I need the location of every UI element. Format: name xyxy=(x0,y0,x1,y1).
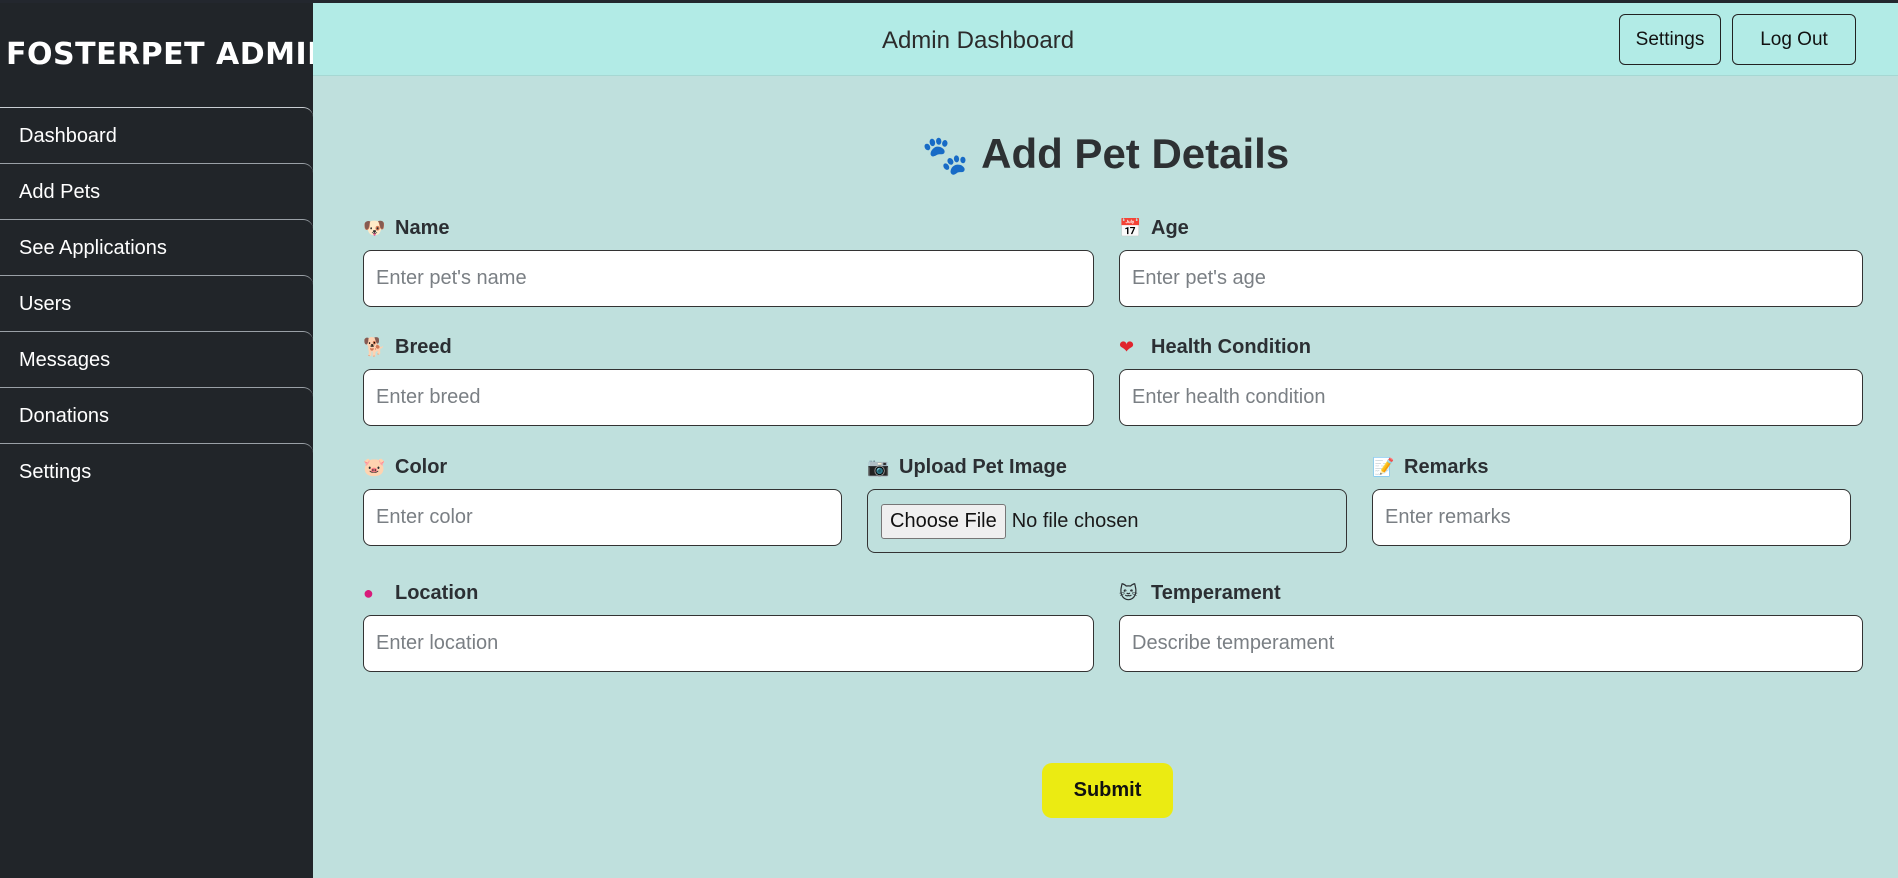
header-title: Admin Dashboard xyxy=(881,27,1075,54)
name-input[interactable] xyxy=(363,250,1094,307)
health-field-group: ❤ Health Condition xyxy=(1119,333,1863,426)
temperament-field-group: 🐱 Temperament xyxy=(1119,579,1863,672)
remarks-label: 📝 Remarks xyxy=(1372,453,1851,481)
dog-face-icon: 🐶 xyxy=(363,218,386,238)
breed-label: 🐕 Breed xyxy=(363,333,1094,361)
breed-field-group: 🐕 Breed xyxy=(363,333,1094,426)
top-header: Admin Dashboard Settings Log Out xyxy=(313,3,1898,76)
image-label: 📷 Upload Pet Image xyxy=(867,453,1347,481)
memo-icon: 📝 xyxy=(1372,457,1395,477)
calendar-icon: 📅 xyxy=(1119,218,1142,238)
sidebar-item-messages[interactable]: Messages xyxy=(0,331,313,387)
color-label: 🐷 Color xyxy=(363,453,842,481)
sidebar-item-donations[interactable]: Donations xyxy=(0,387,313,443)
paw-icon: 🐾 xyxy=(921,135,970,177)
sidebar-item-settings[interactable]: Settings xyxy=(0,443,313,499)
page-title: 🐾 Add Pet Details xyxy=(313,126,1898,182)
image-field-group: 📷 Upload Pet Image Choose File No file ch… xyxy=(867,453,1347,553)
settings-button[interactable]: Settings xyxy=(1619,14,1721,65)
location-field-group: ● Location xyxy=(363,579,1094,672)
temperament-label: 🐱 Temperament xyxy=(1119,579,1863,607)
camera-icon: 📷 xyxy=(867,457,890,477)
page-title-text: Add Pet Details xyxy=(981,130,1290,177)
submit-button[interactable]: Submit xyxy=(1042,763,1173,818)
name-field-group: 🐶 Name xyxy=(363,214,1094,307)
health-label: ❤ Health Condition xyxy=(1119,333,1863,361)
sidebar-item-dashboard[interactable]: Dashboard xyxy=(0,107,313,163)
location-label: ● Location xyxy=(363,579,1094,607)
brand-title: FOSTERPET ADMIN xyxy=(6,37,333,72)
sidebar-item-users[interactable]: Users xyxy=(0,275,313,331)
age-field-group: 📅 Age xyxy=(1119,214,1863,307)
heart-icon: ❤ xyxy=(1119,337,1135,357)
health-condition-input[interactable] xyxy=(1119,369,1863,426)
logout-button[interactable]: Log Out xyxy=(1732,14,1856,65)
cat-face-icon: 🐱 xyxy=(1119,583,1138,603)
color-input[interactable] xyxy=(363,489,842,546)
choose-file-button[interactable]: Choose File xyxy=(881,503,1006,539)
sidebar-nav: Dashboard Add Pets See Applications User… xyxy=(0,107,313,499)
sidebar-item-add-pets[interactable]: Add Pets xyxy=(0,163,313,219)
dog-icon: 🐕 xyxy=(363,337,386,357)
location-input[interactable] xyxy=(363,615,1094,672)
remarks-input[interactable] xyxy=(1372,489,1851,546)
pig-icon: 🐷 xyxy=(363,457,386,477)
sidebar: FOSTERPET ADMIN Dashboard Add Pets See A… xyxy=(0,0,333,878)
temperament-input[interactable] xyxy=(1119,615,1863,672)
breed-input[interactable] xyxy=(363,369,1094,426)
main-content: 🐾 Add Pet Details 🐶Name 📅Age 🐕Breed ❤Heal… xyxy=(313,76,1898,878)
file-status: No file chosen xyxy=(1011,509,1139,532)
name-label: 🐶 Name xyxy=(363,214,1094,242)
sidebar-item-see-applications[interactable]: See Applications xyxy=(0,219,313,275)
age-input[interactable] xyxy=(1119,250,1863,307)
remarks-field-group: 📝 Remarks xyxy=(1372,453,1851,546)
top-border xyxy=(0,0,1898,3)
age-label: 📅 Age xyxy=(1119,214,1863,242)
file-upload[interactable]: Choose File No file chosen xyxy=(867,489,1347,553)
color-field-group: 🐷 Color xyxy=(363,453,842,546)
pin-icon: ● xyxy=(363,583,374,603)
